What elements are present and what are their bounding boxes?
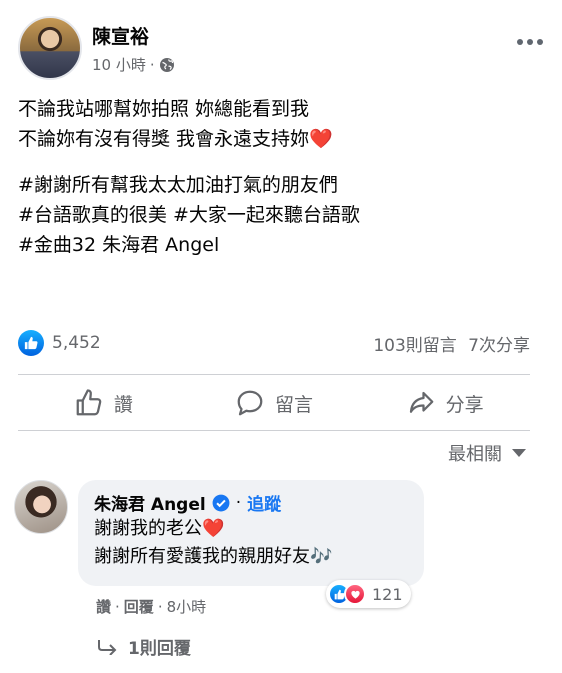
name-separator: · (235, 492, 242, 513)
commenter-name[interactable]: 朱海君 Angel (94, 490, 206, 515)
comment-reply-link[interactable]: 回覆 (124, 596, 154, 617)
replies-count: 1則回覆 (128, 639, 191, 659)
action-separator: · (115, 597, 120, 616)
comments-count[interactable]: 103則留言 (373, 336, 456, 356)
comment-reactions-count: 121 (372, 584, 403, 604)
reply-arrow-icon (98, 639, 117, 655)
music-notes-emoji: 🎶 (310, 546, 333, 567)
more-options-icon[interactable] (512, 30, 548, 54)
hashtag-line-2[interactable]: #台語歌真的很美 #大家一起來聽台語歌 (18, 200, 538, 230)
heart-emoji: ❤️ (202, 518, 225, 539)
comment-reactions[interactable]: 121 (326, 580, 411, 608)
like-button[interactable]: 讚 (18, 376, 189, 430)
comment-bubble: 朱海君 Angel · 追蹤 謝謝我的老公❤️ 謝謝所有愛護我的親朋好友🎶 (78, 480, 424, 586)
comment-line-1-text: 謝謝我的老公 (94, 518, 202, 539)
thumbs-up-icon (76, 389, 102, 416)
comment-like-link[interactable]: 讚 (96, 596, 111, 617)
hashtag-line-3[interactable]: #金曲32 朱海君 Angel (18, 230, 538, 260)
author-avatar[interactable] (18, 16, 82, 80)
like-reaction-icon (18, 330, 44, 356)
post-line-2-text: 不論妳有沒有得獎 我會永遠支持妳 (18, 128, 310, 150)
comment-sort-dropdown[interactable]: 最相關 (448, 440, 526, 466)
likes-summary[interactable]: 5,452 (18, 330, 101, 356)
verified-badge-icon (212, 494, 230, 511)
caret-down-icon (512, 449, 526, 457)
author-name[interactable]: 陳宣裕 (92, 22, 149, 49)
post-body: 不論我站哪幫妳拍照 妳總能看到我 不論妳有沒有得獎 我會永遠支持妳❤️ #謝謝所… (18, 94, 538, 260)
post-meta: 10 小時 · (92, 54, 175, 75)
comment-actions: 讚 · 回覆 · 8小時 (96, 596, 206, 617)
globe-icon (159, 57, 174, 72)
post-time[interactable]: 10 小時 (92, 54, 146, 75)
comment-line-2-text: 謝謝所有愛護我的親朋好友 (94, 546, 310, 567)
heart-emoji: ❤️ (309, 128, 333, 150)
action-separator: · (157, 597, 163, 616)
love-reaction-icon (344, 583, 366, 605)
likes-count: 5,452 (52, 333, 101, 353)
comment-time[interactable]: 8小時 (167, 596, 207, 617)
comment-line-2: 謝謝所有愛護我的親朋好友🎶 (94, 543, 408, 571)
share-label: 分享 (445, 393, 484, 416)
comment-icon (237, 390, 263, 416)
post-line-1: 不論我站哪幫妳拍照 妳總能看到我 (18, 98, 310, 120)
commenter-avatar[interactable] (14, 480, 68, 534)
follow-link[interactable]: 追蹤 (247, 490, 281, 515)
share-icon (409, 391, 434, 413)
sort-label: 最相關 (448, 444, 502, 465)
shares-count[interactable]: 7次分享 (468, 336, 530, 356)
stats-bar: 5,452 103則留言 7次分享 (18, 326, 530, 360)
comment-header: 朱海君 Angel · 追蹤 (94, 490, 408, 516)
comment-label: 留言 (275, 393, 314, 416)
meta-separator: · (149, 55, 155, 74)
post-header: 陳宣裕 10 小時 · (18, 16, 548, 80)
comment-line-1: 謝謝我的老公❤️ (94, 515, 408, 543)
stats-right: 103則留言 7次分享 (367, 331, 530, 356)
post-line-2: 不論妳有沒有得獎 我會永遠支持妳❤️ (18, 124, 538, 154)
hashtag-line-1[interactable]: #謝謝所有幫我太太加油打氣的朋友們 (18, 170, 538, 200)
view-replies-link[interactable]: 1則回覆 (96, 634, 191, 659)
share-button[interactable]: 分享 (359, 376, 530, 430)
action-bar: 讚 留言 分享 (18, 376, 530, 430)
divider-bottom (18, 430, 530, 431)
like-label: 讚 (113, 393, 133, 416)
comment-button[interactable]: 留言 (189, 376, 360, 430)
divider-top (18, 374, 530, 375)
